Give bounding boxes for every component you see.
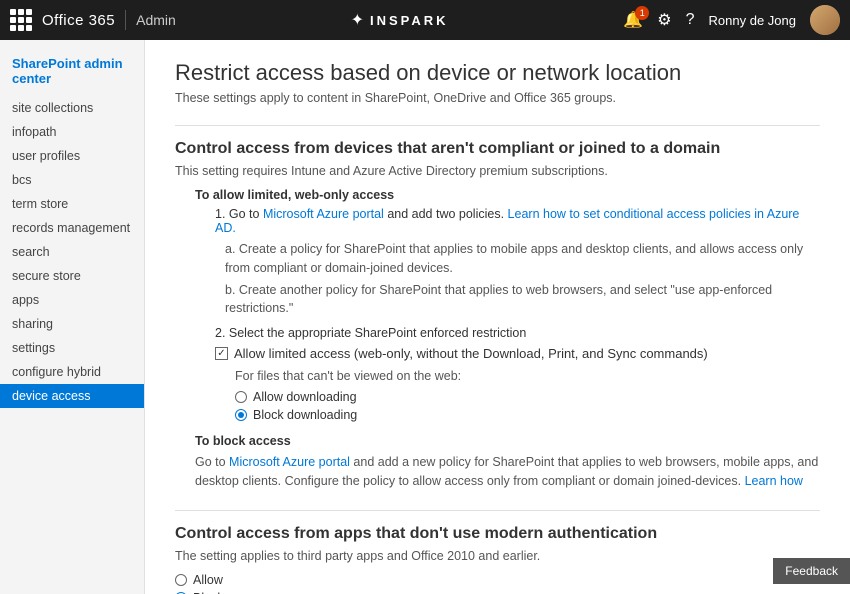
feedback-button[interactable]: Feedback	[773, 558, 850, 584]
sidebar-item-configure-hybrid[interactable]: configure hybrid	[0, 360, 144, 384]
help-icon: ?	[686, 11, 695, 28]
sidebar-item-settings[interactable]: settings	[0, 336, 144, 360]
nav-divider	[125, 10, 126, 30]
files-block: For files that can't be viewed on the we…	[235, 367, 820, 422]
checkbox-row-wrapper: ✓ Allow limited access (web-only, withou…	[215, 346, 820, 422]
radio-allow-row: Allow	[175, 573, 820, 587]
radio-allow-text: Allow	[193, 573, 223, 587]
azure-portal-link1[interactable]: Microsoft Azure portal	[263, 207, 384, 221]
step1-prefix: 1. Go to	[215, 207, 263, 221]
block-access-text: Go to Microsoft Azure portal and add a n…	[195, 453, 820, 491]
logo-text: INSPARK	[370, 13, 449, 28]
allow-label: To allow limited, web-only access	[195, 188, 820, 202]
top-nav: Office 365 Admin ✦ INSPARK 🔔 1 ⚙ ? Ronny…	[0, 0, 850, 40]
avatar-image	[810, 5, 840, 35]
section2-desc: The setting applies to third party apps …	[175, 549, 820, 563]
block-access-section: To block access Go to Microsoft Azure po…	[195, 434, 820, 491]
step2-text: 2. Select the appropriate SharePoint enf…	[215, 326, 526, 340]
settings-gear[interactable]: ⚙	[657, 10, 671, 30]
section2-heading: Control access from apps that don't use …	[175, 510, 820, 543]
sidebar: SharePoint admin center site collections…	[0, 40, 145, 594]
sidebar-item-apps[interactable]: apps	[0, 288, 144, 312]
notification-badge: 1	[635, 6, 649, 20]
sidebar-item-bcs[interactable]: bcs	[0, 168, 144, 192]
notification-bell[interactable]: 🔔 1	[623, 10, 643, 30]
sidebar-title: SharePoint admin center	[0, 50, 144, 96]
learn-how-link2[interactable]: Learn how	[745, 474, 803, 488]
sidebar-item-infopath[interactable]: infopath	[0, 120, 144, 144]
note-b: b. Create another policy for SharePoint …	[225, 281, 820, 319]
section1-desc: This setting requires Intune and Azure A…	[175, 164, 820, 178]
block-prefix: Go to	[195, 455, 229, 469]
help-button[interactable]: ?	[686, 11, 695, 29]
for-files-label: For files that can't be viewed on the we…	[235, 367, 820, 386]
sidebar-item-site-collections[interactable]: site collections	[0, 96, 144, 120]
step2-row: 2. Select the appropriate SharePoint enf…	[215, 326, 820, 340]
user-name: Ronny de Jong	[709, 13, 796, 28]
radio-selected-dot	[238, 412, 244, 418]
radio-allow-label: Allow downloading	[253, 390, 357, 404]
checkmark-icon: ✓	[217, 348, 225, 359]
sidebar-item-secure-store[interactable]: secure store	[0, 264, 144, 288]
main-layout: SharePoint admin center site collections…	[0, 40, 850, 594]
sidebar-item-device-access[interactable]: device access	[0, 384, 144, 408]
logo-star-icon: ✦	[351, 10, 366, 30]
user-avatar[interactable]	[810, 5, 840, 35]
section1-heading: Control access from devices that aren't …	[175, 125, 820, 158]
logo-area: ✦ INSPARK	[176, 10, 624, 30]
nav-right: 🔔 1 ⚙ ? Ronny de Jong	[623, 5, 840, 35]
gear-icon: ⚙	[657, 12, 671, 29]
radio-allow-downloading: Allow downloading	[235, 390, 820, 404]
sidebar-item-user-profiles[interactable]: user profiles	[0, 144, 144, 168]
step1-after: and add two policies.	[384, 207, 508, 221]
allow-downloading-radio[interactable]	[235, 391, 247, 403]
app-title: Office 365	[42, 12, 115, 29]
azure-portal-link2[interactable]: Microsoft Azure portal	[229, 455, 350, 469]
block-downloading-radio[interactable]	[235, 409, 247, 421]
section2: Control access from apps that don't use …	[175, 510, 820, 594]
section1-body: To allow limited, web-only access 1. Go …	[195, 188, 820, 490]
waffle-menu[interactable]	[10, 9, 32, 31]
allow-limited-checkbox[interactable]: ✓	[215, 347, 228, 360]
radio-block-label: Block downloading	[253, 408, 357, 422]
page-title: Restrict access based on device or netwo…	[175, 60, 820, 86]
notes-block: a. Create a policy for SharePoint that a…	[225, 240, 820, 318]
step1-row: 1. Go to Microsoft Azure portal and add …	[215, 207, 820, 235]
checkbox-label: Allow limited access (web-only, without …	[234, 346, 708, 361]
allow-limited-checkbox-row: ✓ Allow limited access (web-only, withou…	[215, 346, 820, 361]
main-content: Restrict access based on device or netwo…	[145, 40, 850, 594]
page-subtitle: These settings apply to content in Share…	[175, 91, 820, 105]
sidebar-item-records-management[interactable]: records management	[0, 216, 144, 240]
sidebar-item-term-store[interactable]: term store	[0, 192, 144, 216]
allow-radio[interactable]	[175, 574, 187, 586]
note-a: a. Create a policy for SharePoint that a…	[225, 240, 820, 278]
sidebar-item-search[interactable]: search	[0, 240, 144, 264]
sidebar-item-sharing[interactable]: sharing	[0, 312, 144, 336]
admin-label: Admin	[136, 12, 176, 28]
block-access-label: To block access	[195, 434, 820, 448]
radio-block-downloading: Block downloading	[235, 408, 820, 422]
